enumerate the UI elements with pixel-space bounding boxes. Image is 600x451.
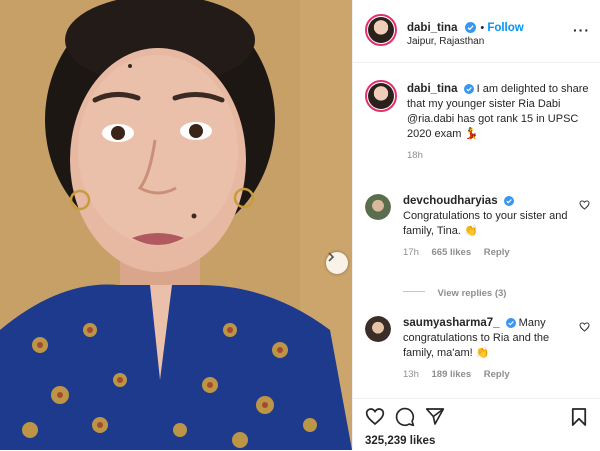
- save-bookmark-icon[interactable]: [571, 407, 587, 427]
- comment-item: devchoudharyias Congratulations to your …: [403, 194, 571, 258]
- comment-time[interactable]: 17h: [403, 247, 419, 258]
- comment-time[interactable]: 13h: [403, 369, 419, 380]
- verified-badge-icon: [503, 196, 514, 206]
- verified-badge-icon: [505, 318, 516, 328]
- more-horizontal-icon[interactable]: ···: [573, 22, 590, 38]
- comment-like-heart-icon[interactable]: [579, 200, 590, 210]
- comment-likes[interactable]: 665 likes: [432, 247, 472, 258]
- caption: dabi_tina I am delighted to share that m…: [407, 82, 589, 161]
- commenter-avatar[interactable]: [365, 194, 391, 220]
- chevron-right-icon: [328, 252, 335, 262]
- comment-text: Congratulations to your sister and famil…: [403, 210, 568, 237]
- post-side-panel: dabi_tina • Follow Jaipur, Rajasthan ···…: [352, 0, 600, 450]
- comment-emoji: 👏: [463, 225, 478, 237]
- caption-time[interactable]: 18h: [407, 150, 589, 161]
- caption-avatar[interactable]: [365, 80, 397, 112]
- comment-emoji: 👏: [475, 347, 490, 359]
- follow-button[interactable]: Follow: [487, 22, 523, 34]
- commenter-avatar[interactable]: [365, 316, 391, 342]
- comment-item: saumyasharma7_ Many congratulations to R…: [403, 316, 571, 380]
- next-photo-button[interactable]: [326, 252, 348, 274]
- post-header: dabi_tina • Follow Jaipur, Rajasthan ···: [353, 0, 600, 63]
- view-replies-label[interactable]: View replies (3): [437, 288, 506, 299]
- replies-divider: [403, 291, 425, 293]
- instagram-post: dabi_tina • Follow Jaipur, Rajasthan ···…: [0, 0, 600, 450]
- post-photo: [0, 0, 352, 450]
- reply-button[interactable]: Reply: [484, 247, 510, 258]
- view-replies[interactable]: View replies (3): [403, 283, 506, 301]
- comment-likes[interactable]: 189 likes: [432, 369, 472, 380]
- comment-username[interactable]: saumyasharma7_: [403, 317, 500, 329]
- verified-badge-icon: [464, 22, 476, 33]
- reply-button[interactable]: Reply: [484, 369, 510, 380]
- author-avatar[interactable]: [365, 14, 397, 46]
- share-send-icon[interactable]: [425, 407, 445, 426]
- author-username[interactable]: dabi_tina: [407, 22, 457, 34]
- caption-emoji: 💃: [464, 128, 479, 140]
- verified-badge-icon: [463, 84, 474, 94]
- likes-count[interactable]: 325,239 likes: [365, 435, 435, 447]
- caption-username[interactable]: dabi_tina: [407, 83, 457, 95]
- like-heart-icon[interactable]: [365, 407, 385, 426]
- comment-icon[interactable]: [395, 407, 415, 427]
- post-location[interactable]: Jaipur, Rajasthan: [407, 36, 484, 47]
- comment-username[interactable]: devchoudharyias: [403, 195, 498, 207]
- comment-like-heart-icon[interactable]: [579, 322, 590, 332]
- portrait-image: [0, 0, 352, 450]
